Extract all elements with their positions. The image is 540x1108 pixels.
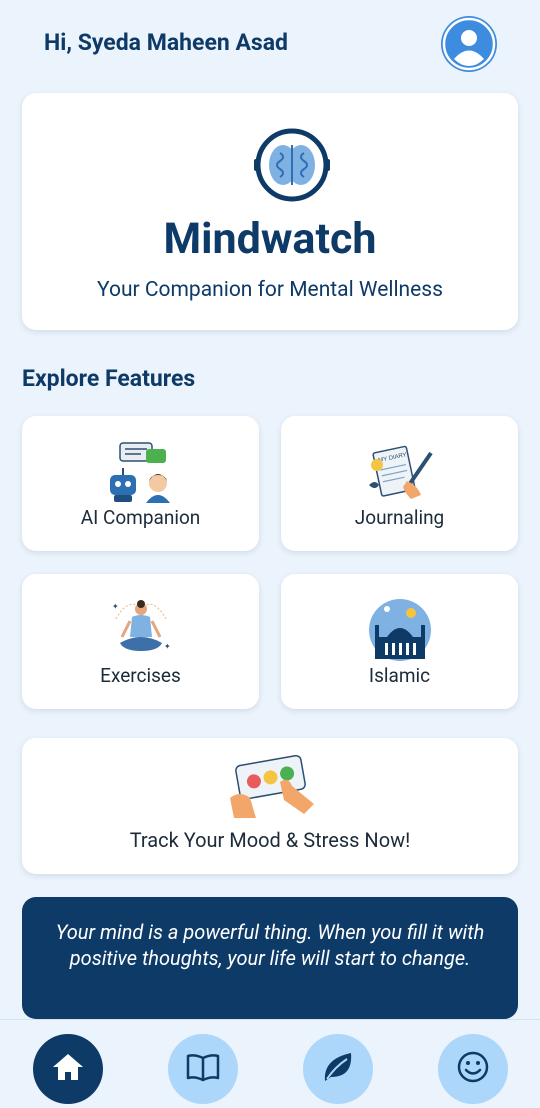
feature-islamic-card[interactable]: Islamic bbox=[281, 574, 518, 709]
feature-label: Islamic bbox=[368, 664, 431, 687]
feature-label: Exercises bbox=[100, 664, 181, 687]
meditation-icon: ✦ ✦ bbox=[106, 599, 176, 661]
app-title: Mindwatch bbox=[163, 214, 377, 264]
greeting-text: Hi, Syeda Maheen Asad bbox=[44, 29, 288, 56]
smiley-icon bbox=[456, 1050, 490, 1088]
diary-icon: MY DIARY bbox=[365, 441, 435, 503]
nav-home-button[interactable] bbox=[33, 1034, 103, 1104]
mood-tracker-card[interactable]: Track Your Mood & Stress Now! bbox=[22, 738, 518, 874]
mood-tracker-label: Track Your Mood & Stress Now! bbox=[129, 828, 411, 852]
brain-icon bbox=[252, 125, 332, 205]
feature-label: Journaling bbox=[354, 506, 445, 529]
app-hero-card: Mindwatch Your Companion for Mental Well… bbox=[22, 93, 518, 330]
quote-banner: Your mind is a powerful thing. When you … bbox=[22, 897, 518, 1019]
nav-mood-button[interactable] bbox=[438, 1034, 508, 1104]
nav-journal-button[interactable] bbox=[168, 1034, 238, 1104]
feature-exercises-card[interactable]: ✦ ✦ Exercises bbox=[22, 574, 259, 709]
svg-text:✦: ✦ bbox=[112, 602, 119, 611]
home-icon bbox=[51, 1052, 85, 1086]
feature-label: AI Companion bbox=[80, 506, 201, 529]
feature-journaling-card[interactable]: MY DIARY Journaling bbox=[281, 416, 518, 551]
leaf-icon bbox=[321, 1051, 355, 1087]
app-subtitle: Your Companion for Mental Wellness bbox=[97, 278, 443, 302]
mosque-icon bbox=[365, 599, 435, 661]
nav-wellness-button[interactable] bbox=[303, 1034, 373, 1104]
mood-faces-icon bbox=[228, 752, 318, 820]
user-profile-icon[interactable] bbox=[441, 16, 497, 72]
svg-text:✦: ✦ bbox=[164, 642, 171, 651]
book-icon bbox=[185, 1052, 221, 1086]
quote-text: Your mind is a powerful thing. When you … bbox=[55, 920, 485, 970]
ai-chat-icon bbox=[106, 441, 176, 503]
feature-ai-companion-card[interactable]: AI Companion bbox=[22, 416, 259, 551]
section-title: Explore Features bbox=[22, 365, 196, 392]
bottom-nav bbox=[0, 1019, 540, 1108]
